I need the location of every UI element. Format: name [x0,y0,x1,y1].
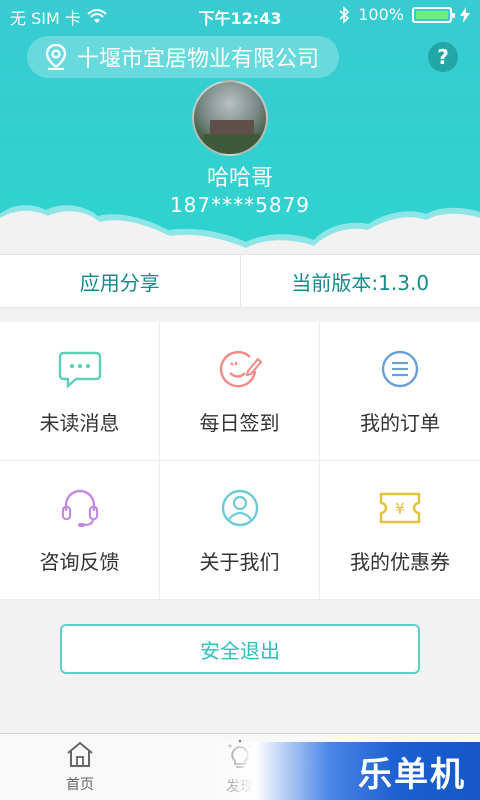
menu-label: 未读消息 [39,410,120,435]
battery-icon [412,6,455,23]
menu-label: 我的订单 [360,410,440,435]
coupon-icon: ¥ [378,486,422,530]
help-button[interactable]: ? [428,42,458,72]
location-label: 十堰市宜居物业有限公司 [77,47,320,72]
share-app-button[interactable]: 应用分享 [0,255,240,307]
watermark-logo: 乐单机 [206,742,480,800]
status-bar: 无 SIM 卡 下午12:43 100% [0,0,480,30]
watermark-text: 乐单机 [358,754,466,795]
avatar[interactable] [192,80,268,156]
tab-home[interactable]: 首页 [40,740,120,794]
home-icon [67,741,93,767]
location-pin-icon [45,44,67,70]
tab-label: 首页 [66,777,94,793]
battery-percent: 100% [358,5,404,24]
menu-item-daily-checkin[interactable]: 每日签到 [160,322,320,461]
info-row: 应用分享 当前版本:1.3.0 [0,254,480,308]
menu-item-unread-messages[interactable]: 未读消息 [0,322,160,461]
cloud-divider [0,205,480,260]
menu-label: 每日签到 [199,410,280,435]
menu-item-my-orders[interactable]: 我的订单 [320,322,480,461]
menu-item-about-us[interactable]: 关于我们 [160,461,320,600]
logout-button[interactable]: 安全退出 [60,624,420,674]
menu-item-feedback[interactable]: 咨询反馈 [0,461,160,600]
menu-label: 关于我们 [199,549,280,574]
menu-label: 我的优惠券 [350,549,450,574]
charging-icon [460,6,470,23]
menu-label: 咨询反馈 [39,549,120,574]
version-label[interactable]: 当前版本:1.3.0 [239,255,480,307]
svg-text:¥: ¥ [395,499,405,518]
profile-header: 无 SIM 卡 下午12:43 100% 十堰市宜居物业有限公司 ? 哈哈哥 1… [0,0,480,260]
user-circle-icon [218,486,262,530]
smile-pen-icon [218,347,262,391]
menu-item-my-coupons[interactable]: ¥ 我的优惠券 [320,461,480,600]
menu-grid: 未读消息 每日签到 我的订单 咨询反馈 关于我们 ¥ 我的优惠券 [0,322,480,600]
headset-icon [58,486,102,530]
list-icon [378,347,422,391]
user-name: 哈哈哥 [206,166,273,191]
bluetooth-icon [339,5,350,24]
chat-bubble-icon [58,347,102,391]
location-selector[interactable]: 十堰市宜居物业有限公司 [27,36,339,78]
